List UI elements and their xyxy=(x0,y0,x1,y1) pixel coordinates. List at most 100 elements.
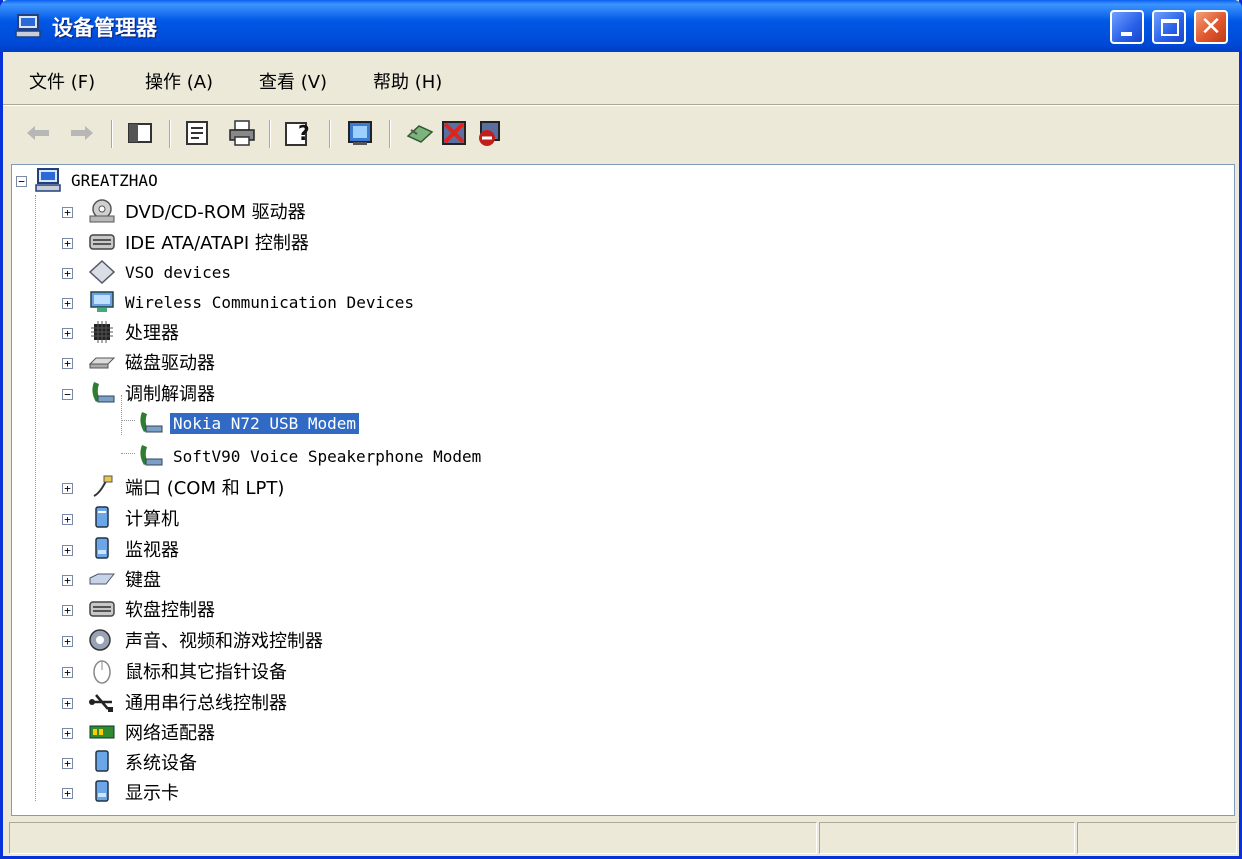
tree-child-nokia-modem[interactable]: Nokia N72 USB Modem xyxy=(136,408,361,438)
tree-connector xyxy=(35,195,36,801)
scan-hardware-icon[interactable] xyxy=(345,118,375,148)
print-icon[interactable] xyxy=(227,118,257,148)
tree-child-softv90-modem[interactable]: SoftV90 Voice Speakerphone Modem xyxy=(136,441,484,471)
menu-view[interactable]: 查看 (V) xyxy=(259,68,327,94)
expand-toggle[interactable]: + xyxy=(62,698,73,709)
expand-toggle[interactable]: + xyxy=(62,788,73,799)
menu-file[interactable]: 文件 (F) xyxy=(29,68,95,94)
help-icon[interactable]: ? xyxy=(283,118,313,148)
expand-toggle[interactable]: + xyxy=(62,667,73,678)
expand-toggle[interactable]: + xyxy=(62,238,73,249)
tree-item-keyboard[interactable]: 键盘 xyxy=(88,564,164,594)
title-bar[interactable]: 设备管理器 ✕ xyxy=(0,0,1242,52)
back-icon[interactable] xyxy=(23,118,53,148)
minimize-button[interactable] xyxy=(1110,10,1144,44)
expand-toggle[interactable]: + xyxy=(62,207,73,218)
tree-item-label: 系统设备 xyxy=(125,753,197,774)
update-driver-icon[interactable] xyxy=(405,118,435,148)
disk-drive-icon xyxy=(88,357,116,369)
disable-icon[interactable] xyxy=(475,118,505,148)
tree-item-label: 鼠标和其它指针设备 xyxy=(125,662,287,683)
menu-bar: 文件 (F) 操作 (A) 查看 (V) 帮助 (H) xyxy=(3,62,1239,98)
device-tree[interactable]: − GREATZHAO + DVD/CD-ROM 驱动器 + IDE ATA/A… xyxy=(11,164,1235,816)
tree-item-label: 软盘控制器 xyxy=(125,600,215,621)
tree-item-label: 网络适配器 xyxy=(125,723,215,744)
monitor-icon xyxy=(95,537,109,559)
expand-toggle[interactable]: + xyxy=(62,728,73,739)
network-adapter-icon xyxy=(89,725,115,739)
tree-item-monitor[interactable]: 监视器 xyxy=(88,534,182,564)
show-hide-tree-icon[interactable] xyxy=(125,118,155,148)
tree-item-usb[interactable]: 通用串行总线控制器 xyxy=(88,687,290,717)
wireless-device-icon xyxy=(90,291,114,312)
menu-help[interactable]: 帮助 (H) xyxy=(373,68,442,94)
status-bar xyxy=(9,822,1237,856)
computer-icon xyxy=(35,168,61,192)
toolbar-separator xyxy=(389,120,391,148)
tree-item-label: Nokia N72 USB Modem xyxy=(168,411,361,435)
svg-text:?: ? xyxy=(298,121,310,145)
tree-item-system[interactable]: 系统设备 xyxy=(88,747,200,777)
computer-icon xyxy=(15,14,41,38)
expand-toggle[interactable]: + xyxy=(62,605,73,616)
expand-toggle[interactable]: + xyxy=(62,636,73,647)
tree-item-wireless[interactable]: Wireless Communication Devices xyxy=(88,287,417,317)
expand-toggle[interactable]: + xyxy=(62,358,73,369)
tree-item-label: 声音、视频和游戏控制器 xyxy=(125,631,323,652)
close-button[interactable]: ✕ xyxy=(1194,10,1228,44)
processor-icon xyxy=(91,321,113,343)
tree-item-label: 磁盘驱动器 xyxy=(125,353,215,374)
dvd-drive-icon xyxy=(89,199,115,223)
expand-toggle[interactable]: + xyxy=(62,268,73,279)
tree-item-label: 通用串行总线控制器 xyxy=(125,693,287,714)
tree-item-ports[interactable]: 端口 (COM 和 LPT) xyxy=(88,472,287,502)
tree-item-computer[interactable]: 计算机 xyxy=(88,503,182,533)
tree-item-vso[interactable]: VSO devices xyxy=(88,257,234,287)
expand-toggle[interactable]: + xyxy=(62,575,73,586)
modem-icon xyxy=(140,412,163,433)
tree-item-network[interactable]: 网络适配器 xyxy=(88,717,218,747)
maximize-button[interactable] xyxy=(1152,10,1186,44)
tree-item-sound[interactable]: 声音、视频和游戏控制器 xyxy=(88,625,326,655)
menu-divider xyxy=(3,104,1239,106)
minimize-icon xyxy=(1121,32,1132,36)
expand-toggle[interactable]: + xyxy=(62,483,73,494)
tree-item-processor[interactable]: 处理器 xyxy=(88,317,182,347)
uninstall-icon[interactable] xyxy=(439,118,469,148)
tree-item-ide[interactable]: IDE ATA/ATAPI 控制器 xyxy=(88,227,312,257)
modem-icon xyxy=(140,445,163,466)
tree-item-dvd[interactable]: DVD/CD-ROM 驱动器 xyxy=(88,196,309,226)
toolbar: ? xyxy=(3,112,1239,156)
collapse-toggle[interactable]: − xyxy=(16,176,27,187)
properties-icon[interactable] xyxy=(183,118,213,148)
tree-item-display[interactable]: 显示卡 xyxy=(88,777,182,807)
toolbar-separator xyxy=(169,120,171,148)
status-cell xyxy=(1077,822,1237,854)
expand-toggle[interactable]: + xyxy=(62,298,73,309)
usb-icon xyxy=(89,694,113,712)
expand-toggle[interactable]: + xyxy=(62,328,73,339)
status-cell xyxy=(819,822,1075,854)
tree-root[interactable]: GREATZHAO xyxy=(34,165,161,195)
expand-toggle[interactable]: + xyxy=(62,514,73,525)
toolbar-separator xyxy=(111,120,113,148)
tree-item-label: 计算机 xyxy=(125,509,179,530)
device-manager-window: 设备管理器 ✕ 文件 (F) 操作 (A) 查看 (V) 帮助 (H) ? − … xyxy=(0,0,1242,859)
expand-toggle[interactable]: + xyxy=(62,758,73,769)
tree-item-mouse[interactable]: 鼠标和其它指针设备 xyxy=(88,656,290,686)
menu-action[interactable]: 操作 (A) xyxy=(145,68,213,94)
tree-item-label: SoftV90 Voice Speakerphone Modem xyxy=(173,446,482,466)
tree-item-floppy[interactable]: 软盘控制器 xyxy=(88,594,218,624)
sound-icon xyxy=(89,629,111,651)
tree-item-label: 显示卡 xyxy=(125,783,179,804)
expand-toggle[interactable]: + xyxy=(62,545,73,556)
tree-item-label: 调制解调器 xyxy=(125,384,215,405)
display-adapter-icon xyxy=(95,780,109,802)
ide-controller-icon xyxy=(89,234,115,250)
tree-item-disk[interactable]: 磁盘驱动器 xyxy=(88,347,218,377)
tree-item-label: 监视器 xyxy=(125,540,179,561)
forward-icon[interactable] xyxy=(67,118,97,148)
collapse-toggle[interactable]: − xyxy=(62,389,73,400)
tree-item-modems[interactable]: 调制解调器 xyxy=(88,378,218,408)
toolbar-separator xyxy=(329,120,331,148)
